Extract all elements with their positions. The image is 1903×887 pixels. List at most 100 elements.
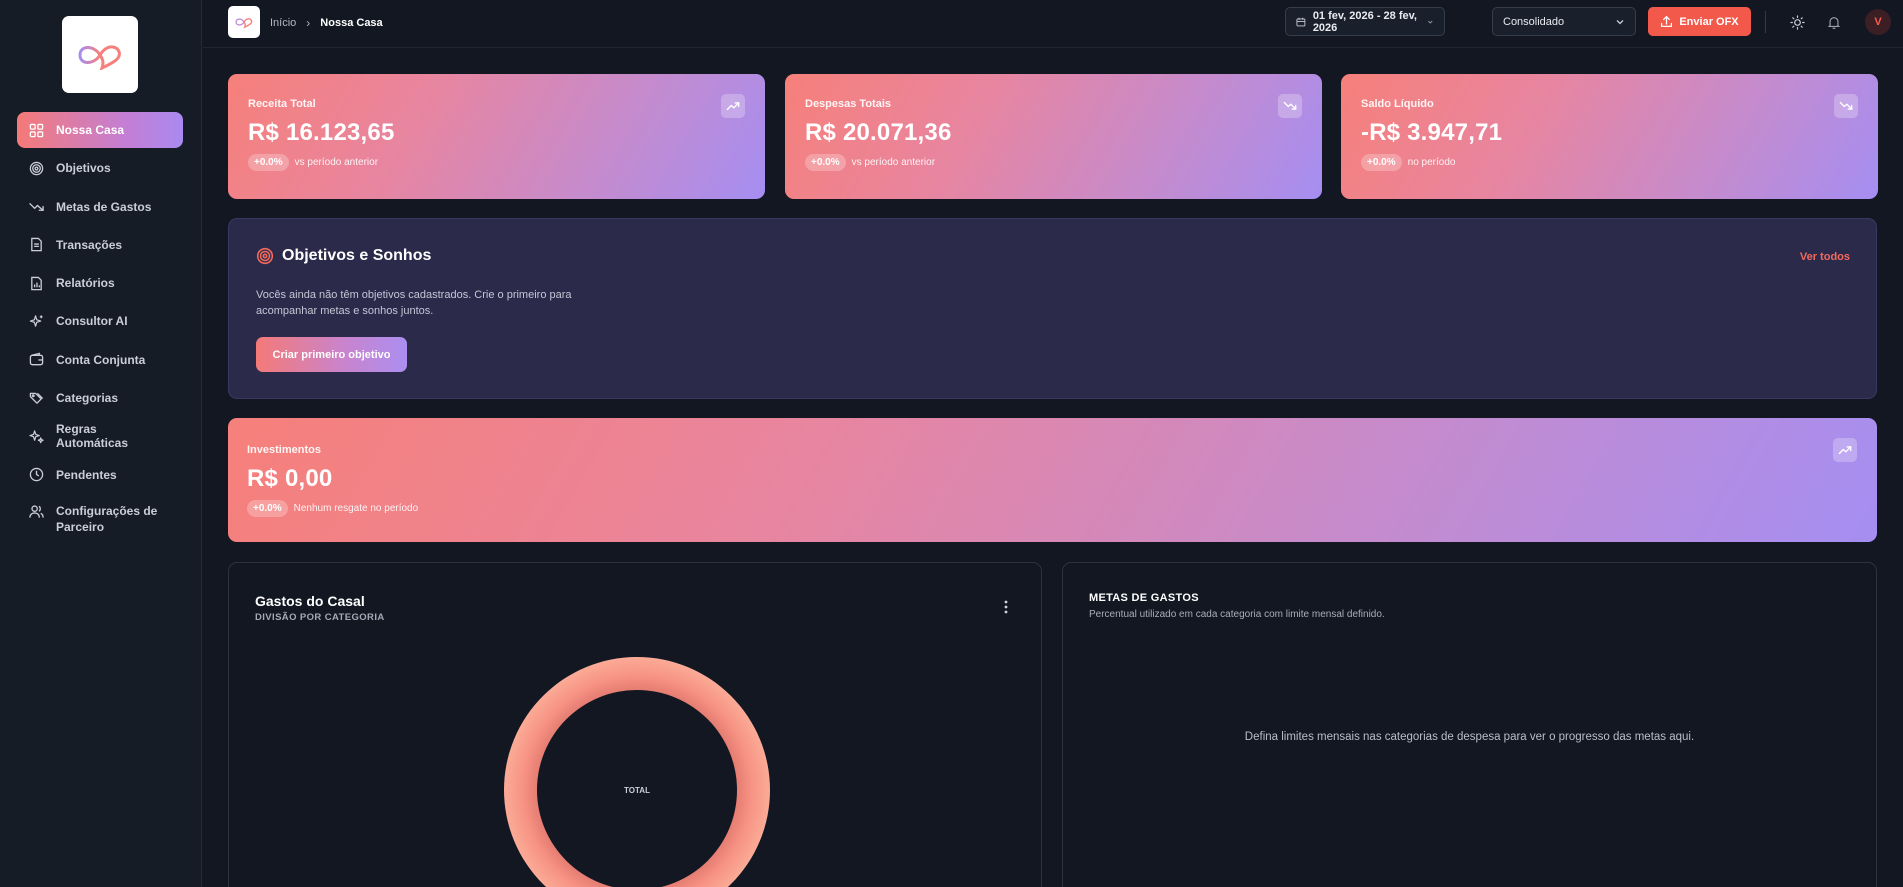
upload-ofx-button[interactable]: Enviar OFX bbox=[1648, 7, 1751, 36]
sidebar-nav: Nossa Casa Objetivos Metas de Gastos Tra… bbox=[17, 112, 183, 543]
topbar-divider bbox=[1765, 11, 1766, 33]
sidebar-item-label: Pendentes bbox=[56, 467, 117, 482]
more-options-icon[interactable] bbox=[1001, 599, 1011, 615]
sidebar: Nossa Casa Objetivos Metas de Gastos Tra… bbox=[0, 0, 202, 887]
sidebar-item-label: Regras Automáticas bbox=[56, 422, 129, 451]
sidebar-item-label: Nossa Casa bbox=[56, 123, 125, 137]
infinity-heart-icon bbox=[235, 18, 253, 29]
expenses-change-badge: +0.0% bbox=[805, 154, 846, 171]
sidebar-item-transacoes[interactable]: Transações bbox=[17, 227, 183, 263]
breadcrumb: Início › Nossa Casa bbox=[270, 16, 383, 30]
sidebar-item-label: Configurações de Parceiro bbox=[56, 503, 158, 534]
user-avatar[interactable]: V bbox=[1865, 9, 1891, 35]
revenue-change-badge: +0.0% bbox=[248, 154, 289, 171]
revenue-note: vs período anterior bbox=[294, 157, 379, 168]
sidebar-item-label: Relatórios bbox=[56, 276, 115, 291]
breadcrumb-current: Nossa Casa bbox=[320, 17, 383, 29]
investments-change-badge: +0.0% bbox=[247, 500, 288, 517]
users-icon bbox=[29, 505, 44, 518]
spending-goals-subtitle: Percentual utilizado em cada categoria c… bbox=[1089, 609, 1385, 620]
clock-icon bbox=[29, 467, 44, 482]
spending-goals-title: METAS DE GASTOS bbox=[1089, 592, 1199, 604]
trend-up-icon bbox=[1833, 438, 1857, 462]
sidebar-item-pendentes[interactable]: Pendentes bbox=[17, 457, 183, 493]
notifications-button[interactable] bbox=[1825, 13, 1843, 31]
balance-card: Saldo Líquido -R$ 3.947,71 +0.0% no perí… bbox=[1341, 74, 1878, 199]
goals-title: Objetivos e Sonhos bbox=[282, 247, 432, 264]
target-icon bbox=[256, 247, 274, 265]
trend-down-icon bbox=[1278, 94, 1302, 118]
couple-spending-subtitle: DIVISÃO POR CATEGORIA bbox=[255, 612, 385, 623]
donut-center-label: TOTAL bbox=[624, 786, 650, 795]
sidebar-item-relatorios[interactable]: Relatórios bbox=[17, 265, 183, 301]
sidebar-item-conta-conjunta[interactable]: Conta Conjunta bbox=[17, 342, 183, 378]
sidebar-item-label: Transações bbox=[56, 237, 123, 252]
sparkles-icon bbox=[29, 315, 43, 327]
auto-rules-icon bbox=[29, 430, 44, 444]
revenue-value: R$ 16.123,65 bbox=[248, 119, 395, 146]
topbar-logo[interactable] bbox=[228, 6, 260, 38]
create-goal-button[interactable]: Criar primeiro objetivo bbox=[256, 337, 407, 372]
calendar-icon bbox=[1296, 17, 1306, 26]
sidebar-item-label: Objetivos bbox=[56, 161, 111, 176]
expenses-label: Despesas Totais bbox=[805, 98, 892, 110]
expenses-card: Despesas Totais R$ 20.071,36 +0.0% vs pe… bbox=[785, 74, 1322, 199]
sidebar-item-configuracoes-parceiro[interactable]: Configurações de Parceiro bbox=[17, 495, 183, 541]
sidebar-item-categorias[interactable]: Categorias bbox=[17, 380, 183, 416]
balance-note: no período bbox=[1407, 157, 1456, 168]
goals-empty-text: Vocês ainda não têm objetivos cadastrado… bbox=[256, 289, 572, 317]
bell-icon bbox=[1827, 16, 1841, 29]
trend-down-icon bbox=[1834, 94, 1858, 118]
see-all-goals-link[interactable]: Ver todos bbox=[1800, 251, 1850, 263]
sidebar-item-label: Conta Conjunta bbox=[56, 352, 146, 367]
theme-toggle-button[interactable] bbox=[1788, 13, 1806, 31]
app-logo[interactable] bbox=[62, 16, 138, 93]
view-select[interactable]: Consolidado bbox=[1492, 7, 1636, 36]
spending-donut-chart: TOTAL bbox=[504, 657, 770, 887]
sidebar-item-metas-de-gastos[interactable]: Metas de Gastos bbox=[17, 189, 183, 225]
expenses-value: R$ 20.071,36 bbox=[805, 119, 952, 146]
report-icon bbox=[31, 276, 42, 290]
spending-goals-panel: METAS DE GASTOS Percentual utilizado em … bbox=[1062, 562, 1877, 887]
revenue-card: Receita Total R$ 16.123,65 +0.0% vs perí… bbox=[228, 74, 765, 199]
breadcrumb-home[interactable]: Início bbox=[270, 17, 296, 29]
date-range-value: 01 fev, 2026 - 28 fev, 2026 bbox=[1312, 9, 1417, 34]
chevron-down-icon bbox=[1616, 19, 1624, 24]
infinity-heart-icon bbox=[78, 44, 121, 70]
sidebar-item-objetivos[interactable]: Objetivos bbox=[17, 150, 183, 186]
balance-label: Saldo Líquido bbox=[1361, 98, 1434, 110]
chevron-right-icon: › bbox=[306, 16, 311, 30]
upload-ofx-label: Enviar OFX bbox=[1679, 15, 1739, 28]
investments-note: Nenhum resgate no período bbox=[293, 503, 419, 514]
expenses-note: vs período anterior bbox=[851, 157, 936, 168]
sidebar-item-nossa-casa[interactable]: Nossa Casa bbox=[17, 112, 183, 148]
balance-value: -R$ 3.947,71 bbox=[1361, 119, 1503, 146]
trend-up-icon bbox=[721, 94, 745, 118]
sidebar-item-label: Consultor AI bbox=[56, 314, 128, 329]
sidebar-item-label: Categorias bbox=[56, 391, 119, 406]
wallet-icon bbox=[29, 352, 44, 366]
upload-icon bbox=[1661, 15, 1673, 28]
topbar: Início › Nossa Casa 01 fev, 2026 - 28 fe… bbox=[203, 0, 1903, 48]
sidebar-item-label: Metas de Gastos bbox=[56, 199, 152, 214]
goals-panel: Objetivos e Sonhos Ver todos Vocês ainda… bbox=[228, 218, 1877, 399]
investments-value: R$ 0,00 bbox=[247, 465, 333, 492]
sun-icon bbox=[1789, 14, 1805, 30]
document-icon bbox=[31, 238, 42, 252]
couple-spending-panel: Gastos do Casal DIVISÃO POR CATEGORIA TO… bbox=[228, 562, 1042, 887]
sidebar-item-consultor-ai[interactable]: Consultor AI bbox=[17, 303, 183, 339]
sidebar-item-regras-automaticas[interactable]: Regras Automáticas bbox=[17, 418, 183, 454]
investments-card: Investimentos R$ 0,00 +0.0% Nenhum resga… bbox=[228, 418, 1877, 542]
revenue-label: Receita Total bbox=[248, 98, 316, 110]
trend-down-icon bbox=[29, 203, 44, 211]
grid-icon bbox=[29, 123, 44, 137]
spending-goals-empty-text: Defina limites mensais nas categorias de… bbox=[1244, 731, 1695, 743]
chevron-down-icon bbox=[1428, 20, 1434, 24]
target-icon bbox=[29, 161, 44, 176]
investments-label: Investimentos bbox=[247, 444, 321, 456]
tags-icon bbox=[29, 392, 44, 404]
date-range-picker[interactable]: 01 fev, 2026 - 28 fev, 2026 bbox=[1285, 7, 1445, 36]
balance-change-badge: +0.0% bbox=[1361, 154, 1402, 171]
couple-spending-title: Gastos do Casal bbox=[255, 593, 365, 609]
view-select-value: Consolidado bbox=[1503, 15, 1565, 28]
